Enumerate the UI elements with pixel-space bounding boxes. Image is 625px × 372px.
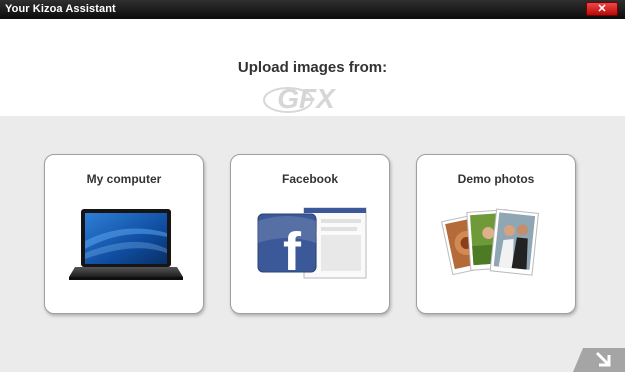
close-icon: ✕ — [597, 2, 607, 15]
window-title: Your Kizoa Assistant — [5, 3, 116, 15]
laptop-icon — [69, 209, 183, 280]
facebook-icon: f — [257, 207, 367, 282]
source-label-facebook: Facebook — [281, 172, 338, 186]
title-bar: Your Kizoa Assistant ✕ — [0, 0, 625, 19]
svg-text:f: f — [283, 222, 302, 282]
photos-icon — [441, 208, 539, 276]
page-heading: Upload images from: — [237, 59, 388, 76]
next-button[interactable] — [573, 348, 625, 372]
source-card-my-computer[interactable]: My computer — [44, 154, 204, 314]
source-card-demo-photos[interactable]: Demo photos — [416, 154, 576, 314]
kizoa-assistant-window: Your Kizoa Assistant ✕ Upload images fro… — [0, 0, 625, 372]
close-button[interactable]: ✕ — [586, 2, 618, 16]
source-label-demo-photos: Demo photos — [457, 172, 535, 186]
source-panel: My computer Facebook f Demo photos — [0, 116, 625, 372]
source-label-my-computer: My computer — [86, 172, 162, 186]
watermark-text: GFX — [277, 83, 337, 114]
source-card-facebook[interactable]: Facebook f — [230, 154, 390, 314]
gfx-watermark-logo: GFX — [263, 83, 337, 114]
